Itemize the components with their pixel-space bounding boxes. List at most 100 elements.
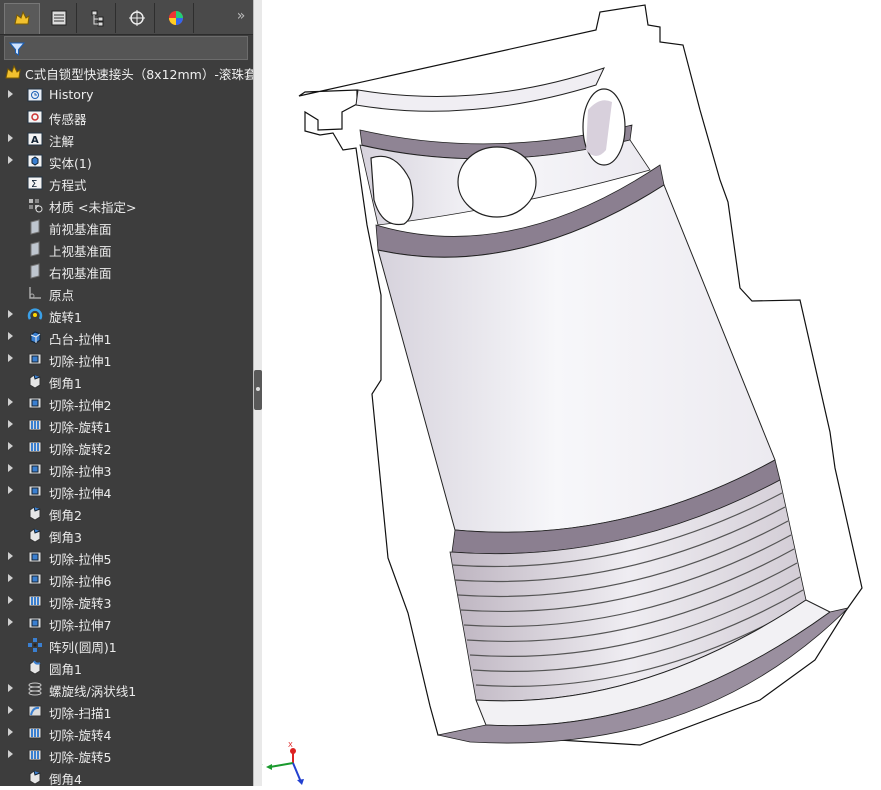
tree-item[interactable]: 倒角4 bbox=[0, 766, 253, 786]
tree-item[interactable]: 切除-拉伸5 bbox=[0, 546, 253, 568]
expand-arrow-icon[interactable] bbox=[8, 398, 13, 406]
tree-item[interactable]: 倒角1 bbox=[0, 370, 253, 392]
dimxpert-icon bbox=[129, 10, 145, 26]
tab-configurationmanager[interactable] bbox=[81, 3, 116, 33]
tree-item[interactable]: 切除-拉伸2 bbox=[0, 392, 253, 414]
expand-arrow-icon[interactable] bbox=[8, 750, 13, 758]
sensor-icon bbox=[26, 108, 44, 126]
filter-icon[interactable] bbox=[9, 41, 25, 57]
tab-dimxpert[interactable] bbox=[120, 3, 155, 33]
expand-arrow-icon[interactable] bbox=[8, 332, 13, 340]
tree-item[interactable]: 切除-旋转5 bbox=[0, 744, 253, 766]
tree-item[interactable]: 凸台-拉伸1 bbox=[0, 326, 253, 348]
tree-item-label: 切除-旋转5 bbox=[49, 750, 112, 765]
chamfer-icon bbox=[26, 526, 44, 544]
tree-item-label: 阵列(圆周)1 bbox=[49, 640, 117, 655]
cut-extrude-icon bbox=[26, 548, 44, 566]
part-root-node[interactable]: C式自锁型快速接头（8x12mm）-滚珠套 bbox=[0, 62, 253, 84]
feature-tree: History 传感器 A 注解实体(1) Σ 方程式 材质 <未指定> 前视基准面上视基准面… bbox=[0, 84, 253, 786]
tree-item[interactable]: 切除-旋转3 bbox=[0, 590, 253, 612]
cut-extrude-icon bbox=[26, 482, 44, 500]
tree-item[interactable]: 切除-拉伸3 bbox=[0, 458, 253, 480]
panel-splitter[interactable] bbox=[253, 0, 262, 786]
plane-icon bbox=[26, 262, 44, 280]
cut-revolve-icon bbox=[26, 746, 44, 764]
more-tabs-chevron-icon[interactable]: » bbox=[233, 8, 249, 24]
tree-item[interactable]: 倒角3 bbox=[0, 524, 253, 546]
graphics-viewport[interactable]: Y X bbox=[256, 0, 881, 786]
tree-item-label: 上视基准面 bbox=[49, 244, 112, 259]
tree-item[interactable]: 实体(1) bbox=[0, 150, 253, 172]
tree-item[interactable]: 切除-拉伸4 bbox=[0, 480, 253, 502]
tree-item-label: 螺旋线/涡状线1 bbox=[49, 684, 137, 699]
tab-featuremanager[interactable] bbox=[4, 3, 40, 34]
expand-arrow-icon[interactable] bbox=[8, 464, 13, 472]
tree-item[interactable]: 切除-扫描1 bbox=[0, 700, 253, 722]
tab-propertymanager[interactable] bbox=[42, 3, 77, 33]
cut-revolve-icon bbox=[26, 416, 44, 434]
filter-bar[interactable] bbox=[4, 36, 248, 60]
expand-arrow-icon[interactable] bbox=[8, 90, 13, 98]
tree-item[interactable]: 切除-旋转2 bbox=[0, 436, 253, 458]
svg-text:A: A bbox=[31, 135, 39, 146]
tree-item[interactable]: 前视基准面 bbox=[0, 216, 253, 238]
expand-arrow-icon[interactable] bbox=[8, 596, 13, 604]
tree-item[interactable]: 右视基准面 bbox=[0, 260, 253, 282]
cut-sweep-icon bbox=[26, 702, 44, 720]
tree-item[interactable]: Σ 方程式 bbox=[0, 172, 253, 194]
cut-extrude-icon bbox=[26, 570, 44, 588]
circular-pattern-icon bbox=[26, 636, 44, 654]
tree-item-label: 切除-拉伸3 bbox=[49, 464, 112, 479]
tree-item[interactable]: 螺旋线/涡状线1 bbox=[0, 678, 253, 700]
tree-item[interactable]: 旋转1 bbox=[0, 304, 253, 326]
expand-arrow-icon[interactable] bbox=[8, 574, 13, 582]
expand-arrow-icon[interactable] bbox=[8, 354, 13, 362]
tab-display-manager[interactable] bbox=[159, 3, 194, 33]
expand-arrow-icon[interactable] bbox=[8, 684, 13, 692]
expand-arrow-icon[interactable] bbox=[8, 618, 13, 626]
tree-item[interactable]: 传感器 bbox=[0, 106, 253, 128]
propertymanager-icon bbox=[51, 10, 67, 26]
cut-extrude-icon bbox=[26, 460, 44, 478]
expand-arrow-icon[interactable] bbox=[8, 310, 13, 318]
tree-item[interactable]: 圆角1 bbox=[0, 656, 253, 678]
configurationmanager-icon bbox=[91, 10, 104, 27]
cut-revolve-icon bbox=[26, 724, 44, 742]
cut-extrude-icon bbox=[26, 394, 44, 412]
tree-item[interactable]: History bbox=[0, 84, 253, 106]
part-model-view[interactable]: Y X bbox=[256, 0, 881, 786]
cut-extrude-icon bbox=[26, 350, 44, 368]
tree-item[interactable]: 切除-拉伸7 bbox=[0, 612, 253, 634]
tree-item-label: 实体(1) bbox=[49, 156, 92, 171]
tree-item-label: 切除-旋转3 bbox=[49, 596, 112, 611]
tree-item[interactable]: 上视基准面 bbox=[0, 238, 253, 260]
manager-tabs: » bbox=[0, 0, 253, 35]
tree-item-label: 原点 bbox=[49, 288, 75, 303]
expand-arrow-icon[interactable] bbox=[8, 420, 13, 428]
tree-item[interactable]: 材质 <未指定> bbox=[0, 194, 253, 216]
part-name: C式自锁型快速接头（8x12mm）-滚珠套 bbox=[25, 66, 253, 82]
tree-item[interactable]: 倒角2 bbox=[0, 502, 253, 524]
ball-hole bbox=[457, 146, 537, 218]
expand-arrow-icon[interactable] bbox=[8, 552, 13, 560]
tree-item-label: 右视基准面 bbox=[49, 266, 112, 281]
tree-item[interactable]: 切除-拉伸1 bbox=[0, 348, 253, 370]
tree-item-label: 切除-旋转2 bbox=[49, 442, 112, 457]
tree-item[interactable]: 原点 bbox=[0, 282, 253, 304]
expand-arrow-icon[interactable] bbox=[8, 134, 13, 142]
tree-item[interactable]: 阵列(圆周)1 bbox=[0, 634, 253, 656]
plane-icon bbox=[26, 240, 44, 258]
tree-item[interactable]: 切除-拉伸6 bbox=[0, 568, 253, 590]
tree-item-label: 圆角1 bbox=[49, 662, 82, 677]
tree-item-label: 切除-拉伸7 bbox=[49, 618, 112, 633]
tree-item-label: 方程式 bbox=[49, 178, 87, 193]
tree-item[interactable]: A 注解 bbox=[0, 128, 253, 150]
tree-item[interactable]: 切除-旋转1 bbox=[0, 414, 253, 436]
expand-arrow-icon[interactable] bbox=[8, 486, 13, 494]
tree-item-label: 切除-旋转4 bbox=[49, 728, 112, 743]
expand-arrow-icon[interactable] bbox=[8, 706, 13, 714]
expand-arrow-icon[interactable] bbox=[8, 728, 13, 736]
tree-item[interactable]: 切除-旋转4 bbox=[0, 722, 253, 744]
expand-arrow-icon[interactable] bbox=[8, 156, 13, 164]
expand-arrow-icon[interactable] bbox=[8, 442, 13, 450]
